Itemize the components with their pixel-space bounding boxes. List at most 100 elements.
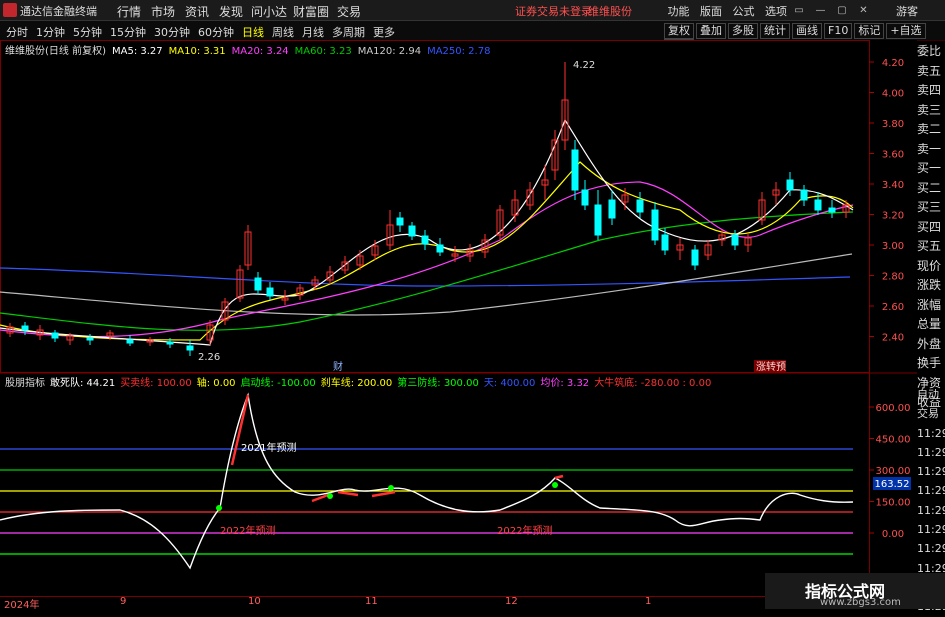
sidebar-item[interactable]: 买三	[917, 198, 945, 218]
signal-dot	[327, 493, 333, 499]
period-tab[interactable]: 多周期	[332, 24, 365, 40]
sidebar-item[interactable]: 买五	[917, 237, 945, 257]
current-stock: 维维股份	[588, 5, 632, 18]
period-tab[interactable]: 周线	[272, 24, 294, 40]
menu-options[interactable]: 选项	[762, 3, 791, 19]
sub-label: 天: 400.00	[483, 378, 536, 389]
close-icon[interactable]: ✕	[855, 5, 873, 16]
price-label: 4.20	[882, 58, 904, 69]
menu-news[interactable]: 资讯	[180, 3, 214, 20]
signal-dot	[552, 482, 558, 488]
menu-formula[interactable]: 公式	[729, 3, 758, 19]
period-tab[interactable]: 月线	[302, 24, 324, 40]
candle-body	[786, 179, 794, 191]
trade-item[interactable]: 11:29	[917, 481, 945, 500]
candle-body	[828, 207, 836, 213]
menu-trade[interactable]: 交易	[332, 3, 366, 20]
toolbar-button[interactable]: 多股	[728, 23, 758, 39]
period-tab[interactable]: 5分钟	[73, 24, 102, 40]
period-tab[interactable]: 分时	[6, 24, 28, 40]
sidebar-item[interactable]: 卖一	[917, 140, 945, 160]
menu-wealth[interactable]: 财富圈	[290, 3, 332, 20]
trade-item[interactable]: 11:29	[917, 424, 945, 443]
ma-legend: 维维股份(日线 前复权) MA5: 3.27 MA10: 3.31 MA20: 3.2…	[5, 42, 496, 57]
ma-label: MA20: 3.24	[231, 46, 289, 57]
sub-axis-label: 0.00	[882, 529, 904, 540]
sub-label: 启动线: -100.00	[240, 378, 316, 389]
trade-item[interactable]: 自动	[917, 385, 945, 404]
chart-title: 维维股份(日线 前复权)	[5, 46, 106, 57]
trade-item[interactable]: 11:29	[917, 539, 945, 558]
price-label: 2.40	[882, 333, 904, 344]
chart-canvas[interactable]: 4.20 4.00 3.80 3.60 3.40 3.20 3.00 2.80 2.60 2.40…	[0, 40, 917, 609]
sub-label: 股朋指标	[5, 378, 45, 389]
sidebar-item[interactable]: 总量	[917, 315, 945, 335]
sidebar-item[interactable]: 外盘	[917, 335, 945, 355]
toolbar-button[interactable]: 复权	[664, 23, 694, 39]
date-axis: 2024年 9 10 11 12 1	[0, 596, 870, 611]
candle-body	[186, 345, 194, 351]
ma-label: MA250: 2.78	[427, 46, 491, 57]
trade-item[interactable]: 11:29	[917, 501, 945, 520]
date-tick: 12	[505, 596, 518, 607]
period-tab[interactable]: 15分钟	[110, 24, 146, 40]
sidebar-item[interactable]: 现价	[917, 257, 945, 277]
sidebar-item[interactable]: 买四	[917, 218, 945, 238]
trade-item[interactable]: 11:29	[917, 443, 945, 462]
candle-body	[814, 199, 822, 211]
period-tab[interactable]: 60分钟	[198, 24, 234, 40]
sidebar-item[interactable]: 买一	[917, 159, 945, 179]
candle-body	[636, 199, 644, 213]
candle-body	[651, 209, 659, 241]
period-tab[interactable]: 30分钟	[154, 24, 190, 40]
trade-item[interactable]: 交易	[917, 404, 945, 423]
trade-item[interactable]: 11:29	[917, 520, 945, 539]
toolbar-button[interactable]: F10	[824, 23, 853, 39]
sidebar-item[interactable]: 卖五	[917, 62, 945, 82]
menu-market[interactable]: 市场	[146, 3, 180, 20]
period-tab[interactable]: 更多	[373, 24, 395, 40]
period-tabs: 分时 1分钟 5分钟 15分钟 30分钟 60分钟 日线 周线 月线 多周期 更多	[6, 24, 403, 40]
candle-body	[800, 189, 808, 201]
sidebar-item[interactable]: 卖四	[917, 81, 945, 101]
sidebar-item[interactable]: 买二	[917, 179, 945, 199]
sidebar-item[interactable]: 卖三	[917, 101, 945, 121]
menu-ask[interactable]: 问小达	[248, 3, 290, 20]
sidebar-item[interactable]: 涨跌	[917, 276, 945, 296]
maximize-icon[interactable]: ▢	[833, 5, 851, 16]
price-label: 3.60	[882, 150, 904, 161]
toolbar-button[interactable]: 统计	[760, 23, 790, 39]
date-tick: 1	[645, 596, 652, 607]
toolbar-button[interactable]: 叠加	[696, 23, 726, 39]
toolbar-button[interactable]: 标记	[854, 23, 885, 39]
menu-layout[interactable]: 版面	[697, 3, 726, 19]
toolbar-button[interactable]: +自选	[886, 23, 926, 39]
login-status[interactable]: 证券交易未登录	[515, 3, 592, 19]
menu-discover[interactable]: 发现	[214, 3, 248, 20]
app-logo-icon	[3, 3, 17, 17]
minimize-icon[interactable]: —	[812, 5, 830, 16]
guest-label[interactable]: 游客	[896, 3, 918, 19]
sub-axis-label: 150.00	[876, 498, 911, 509]
sidebar-item[interactable]: 委比	[917, 42, 945, 62]
price-label: 2.80	[882, 272, 904, 283]
sub-label: 敢死队: 44.21	[50, 378, 116, 389]
date-tick: 11	[365, 596, 378, 607]
period-tab[interactable]: 1分钟	[36, 24, 65, 40]
period-tab[interactable]: 日线	[242, 24, 264, 40]
candle-body	[691, 249, 699, 266]
zhangting-label: 涨转预	[756, 360, 786, 373]
candle-body	[126, 339, 134, 344]
sidebar-item[interactable]: 卖二	[917, 120, 945, 140]
restore-icon[interactable]: ▭	[790, 5, 808, 16]
sub-label: 买卖线: 100.00	[120, 378, 192, 389]
toolbar-button[interactable]: 画线	[792, 23, 822, 39]
menu-quotes[interactable]: 行情	[112, 3, 146, 20]
low-label: 2.26	[198, 352, 220, 363]
signal-dot	[388, 485, 394, 491]
sidebar-item[interactable]: 换手	[917, 354, 945, 374]
trade-item[interactable]: 11:29	[917, 462, 945, 481]
sub-label: 大牛筑底: -280.00 : 0.00	[594, 378, 712, 389]
menu-function[interactable]: 功能	[664, 3, 693, 19]
sidebar-item[interactable]: 涨幅	[917, 296, 945, 316]
